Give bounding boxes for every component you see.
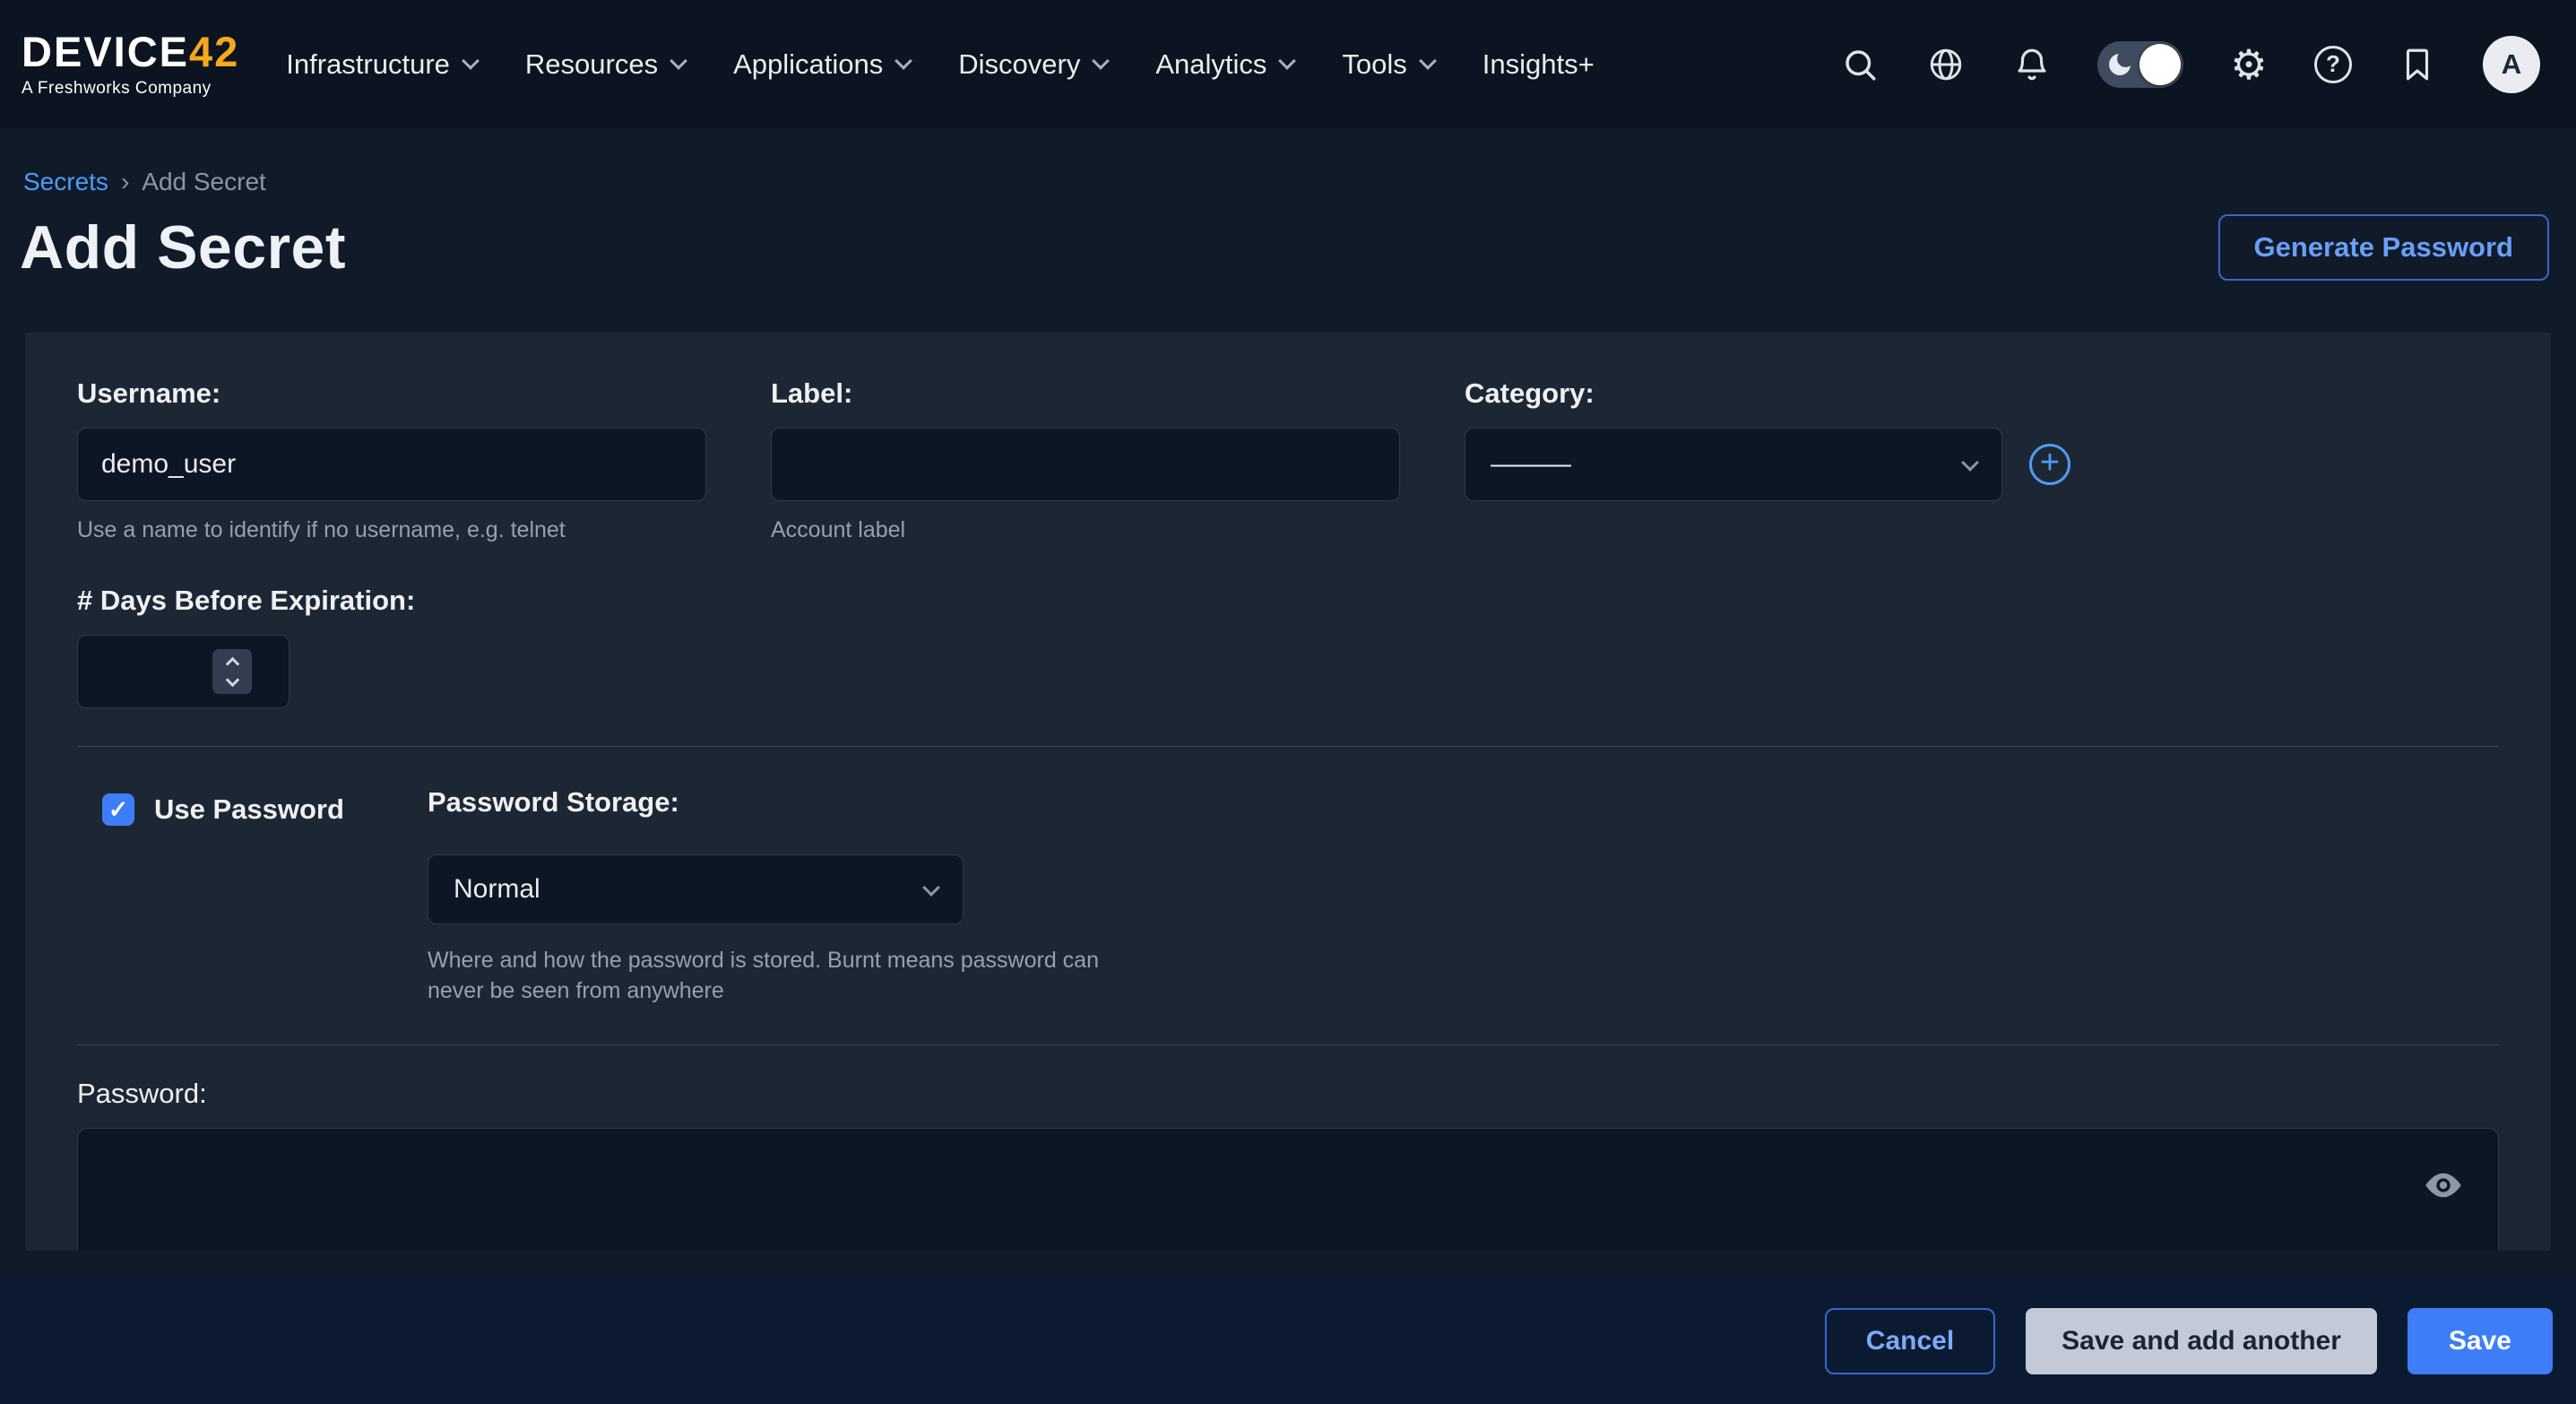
- gear-glyph: ⚙: [2230, 44, 2267, 85]
- stepper-up-icon: [225, 656, 239, 671]
- password-storage-field-group: Password Storage: Normal Where and how t…: [428, 786, 1136, 1007]
- avatar-initial: A: [2502, 48, 2521, 81]
- chevron-down-icon: [1961, 454, 1979, 472]
- menu-resources[interactable]: Resources: [525, 48, 685, 81]
- menu-label: Resources: [525, 48, 658, 81]
- menu-insights-plus[interactable]: Insights+: [1482, 48, 1595, 81]
- gear-icon[interactable]: ⚙: [2228, 44, 2269, 85]
- username-help-text: Use a name to identify if no username, e…: [77, 517, 706, 543]
- days-before-expiration-label: # Days Before Expiration:: [77, 585, 2499, 617]
- password-storage-help-text: Where and how the password is stored. Bu…: [428, 946, 1136, 1007]
- device42-logo[interactable]: DEVICE42 A Freshworks Company: [22, 30, 239, 99]
- footer-action-bar: Cancel Save and add another Save: [0, 1278, 2576, 1404]
- label-label: Label:: [771, 377, 1400, 410]
- section-divider: [77, 1044, 2499, 1045]
- label-input[interactable]: [771, 428, 1400, 501]
- chevron-down-icon: [1278, 52, 1296, 70]
- chevron-down-icon: [462, 52, 480, 70]
- top-navigation: DEVICE42 A Freshworks Company Infrastruc…: [0, 0, 2576, 128]
- search-icon[interactable]: [1839, 44, 1880, 85]
- menu-label: Infrastructure: [286, 48, 450, 81]
- help-icon[interactable]: ?: [2314, 46, 2352, 83]
- menu-label: Analytics: [1155, 48, 1266, 81]
- generate-password-button[interactable]: Generate Password: [2218, 214, 2549, 281]
- number-stepper[interactable]: [212, 649, 252, 694]
- bookmark-icon[interactable]: [2397, 44, 2438, 85]
- chevron-down-icon: [1092, 52, 1110, 70]
- expiration-row: # Days Before Expiration:: [77, 585, 2499, 708]
- label-field-group: Label: Account label: [771, 377, 1400, 543]
- days-before-expiration-wrap: [77, 635, 290, 708]
- menu-label: Discovery: [958, 48, 1080, 81]
- category-select[interactable]: ———: [1465, 428, 2002, 501]
- password-storage-label: Password Storage:: [428, 786, 1136, 819]
- menu-infrastructure[interactable]: Infrastructure: [286, 48, 477, 81]
- breadcrumb-secrets-link[interactable]: Secrets: [23, 168, 108, 196]
- username-field-group: Username: Use a name to identify if no u…: [77, 377, 706, 543]
- brand-wordmark: DEVICE42: [22, 30, 239, 73]
- form-row-identity: Username: Use a name to identify if no u…: [77, 377, 2499, 543]
- use-password-checkbox-group[interactable]: ✓ Use Password: [102, 793, 428, 826]
- add-category-button[interactable]: +: [2029, 444, 2070, 485]
- add-secret-form-card: Username: Use a name to identify if no u…: [25, 333, 2551, 1251]
- menu-label: Tools: [1342, 48, 1406, 81]
- cancel-button[interactable]: Cancel: [1825, 1308, 1995, 1374]
- menu-discovery[interactable]: Discovery: [958, 48, 1107, 81]
- password-label: Password:: [77, 1078, 2499, 1110]
- show-password-eye-icon[interactable]: [2423, 1165, 2464, 1206]
- username-input[interactable]: [77, 428, 706, 501]
- save-and-add-another-button[interactable]: Save and add another: [2026, 1308, 2377, 1374]
- password-storage-selected-value: Normal: [454, 874, 540, 905]
- menu-tools[interactable]: Tools: [1342, 48, 1433, 81]
- brand-accent-text: 42: [189, 28, 239, 75]
- label-help-text: Account label: [771, 517, 1400, 543]
- chevron-down-icon: [670, 52, 687, 70]
- help-glyph: ?: [2326, 50, 2340, 78]
- globe-icon[interactable]: [1925, 44, 1967, 85]
- theme-toggle[interactable]: [2097, 41, 2183, 88]
- stepper-down-icon: [225, 672, 239, 687]
- page-title: Add Secret: [20, 212, 346, 282]
- brand-tagline: A Freshworks Company: [22, 79, 239, 99]
- bell-icon[interactable]: [2011, 44, 2053, 85]
- save-button[interactable]: Save: [2407, 1308, 2553, 1374]
- toggle-knob: [2139, 44, 2181, 85]
- menu-analytics[interactable]: Analytics: [1155, 48, 1293, 81]
- menu-label: Insights+: [1482, 48, 1595, 81]
- use-password-checkbox[interactable]: ✓: [102, 793, 134, 826]
- main-menu: Infrastructure Resources Applications Di…: [286, 48, 1594, 81]
- password-storage-select[interactable]: Normal: [428, 854, 964, 924]
- category-selected-value: ———: [1491, 449, 1571, 480]
- nav-utility-area: ⚙ ? A: [1839, 36, 2540, 93]
- breadcrumb: Secrets › Add Secret: [23, 168, 2576, 196]
- chevron-down-icon: [1419, 52, 1437, 70]
- check-icon: ✓: [108, 796, 129, 824]
- username-label: Username:: [77, 377, 706, 410]
- use-password-label: Use Password: [154, 793, 344, 826]
- breadcrumb-current: Add Secret: [142, 168, 266, 196]
- menu-label: Applications: [733, 48, 883, 81]
- menu-applications[interactable]: Applications: [733, 48, 910, 81]
- moon-icon: [2105, 50, 2134, 79]
- password-input[interactable]: [77, 1128, 2499, 1252]
- password-settings-row: ✓ Use Password Password Storage: Normal …: [77, 786, 2499, 1007]
- chevron-down-icon: [895, 52, 912, 70]
- breadcrumb-separator: ›: [121, 168, 129, 196]
- brand-text: DEVICE: [22, 28, 189, 75]
- days-before-expiration-input[interactable]: [77, 635, 290, 708]
- chevron-down-icon: [922, 879, 940, 897]
- user-avatar[interactable]: A: [2483, 36, 2540, 93]
- category-label: Category:: [1465, 377, 2070, 410]
- page-header: Add Secret Generate Password: [0, 196, 2576, 282]
- category-control-row: ——— +: [1465, 428, 2070, 501]
- category-field-group: Category: ——— +: [1465, 377, 2070, 543]
- section-divider: [77, 746, 2499, 747]
